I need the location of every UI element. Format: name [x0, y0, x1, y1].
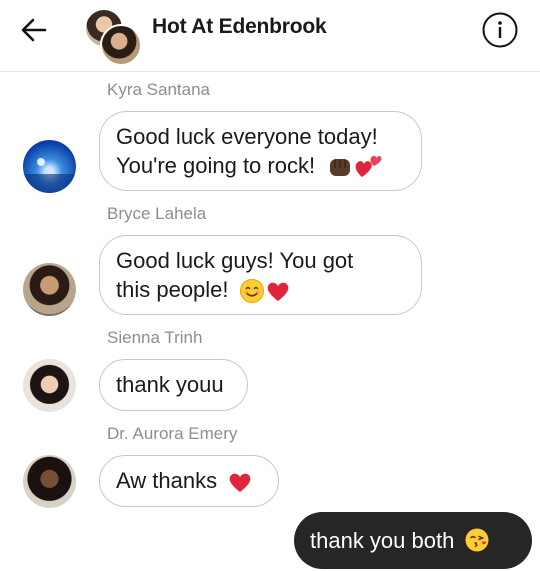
message-text: Aw thanks — [116, 468, 218, 493]
message-line: Aw thanks — [116, 466, 262, 495]
sender-name: Sienna Trinh — [107, 328, 203, 347]
red-heart-emoji — [267, 282, 289, 302]
group-avatar[interactable] — [82, 8, 142, 66]
smiling-face-emoji — [239, 279, 264, 304]
group-member-avatar — [100, 24, 142, 66]
message-text: Good luck everyone today! — [116, 124, 378, 149]
info-circle-icon — [482, 12, 518, 48]
message-text: You're going to rock! — [116, 153, 316, 178]
message-text: Good luck guys! You got — [116, 248, 354, 273]
back-button[interactable] — [18, 14, 50, 46]
avatar-image — [23, 158, 76, 193]
avatar[interactable] — [23, 455, 76, 508]
sender-name: Dr. Aurora Emery — [107, 424, 238, 443]
sender-name: Bryce Lahela — [107, 204, 207, 223]
face-blowing-kiss-emoji — [465, 528, 489, 552]
fist-dark-emoji — [330, 159, 351, 177]
sender-name: Kyra Santana — [107, 80, 211, 99]
message-bubble[interactable]: Good luck everyone today! You're going t… — [99, 111, 422, 191]
avatar[interactable] — [23, 263, 76, 316]
red-heart-emoji — [229, 473, 251, 493]
heart-revolving-emoji — [355, 155, 382, 178]
chat-header: Hot At Edenbrook — [0, 0, 540, 72]
message-bubble[interactable]: Good luck guys! You got this people! — [99, 235, 422, 315]
outgoing-message-bubble[interactable]: thank you both — [294, 512, 532, 569]
message-text: this people! — [116, 277, 229, 302]
message-line: You're going to rock! — [116, 151, 405, 181]
message-line: this people! — [116, 275, 405, 304]
avatar[interactable] — [23, 140, 76, 193]
message-bubble[interactable]: thank youu — [99, 359, 248, 411]
info-button[interactable] — [481, 11, 519, 49]
message-text: thank youu — [116, 372, 224, 397]
arrow-left-icon — [21, 18, 47, 42]
avatar[interactable] — [23, 359, 76, 412]
message-text: thank you both — [310, 528, 455, 553]
chat-title[interactable]: Hot At Edenbrook — [152, 15, 327, 39]
message-bubble[interactable]: Aw thanks — [99, 455, 279, 507]
